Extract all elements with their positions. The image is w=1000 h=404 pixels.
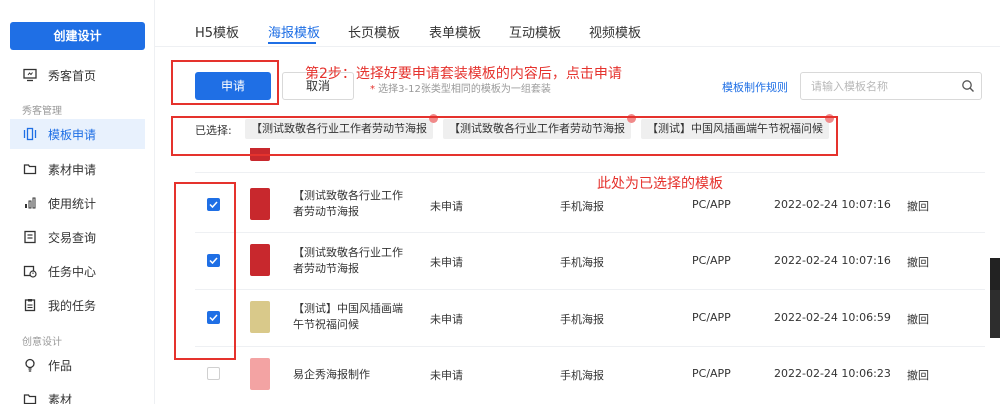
annotation-selected-highlight bbox=[171, 116, 838, 156]
sidebar-item-materials[interactable]: 素材 bbox=[10, 384, 145, 404]
sidebar-item-label: 作品 bbox=[48, 358, 73, 373]
revoke-link[interactable]: 撤回 bbox=[907, 367, 929, 383]
row-divider bbox=[195, 172, 985, 173]
revoke-link[interactable]: 撤回 bbox=[907, 311, 929, 327]
template-thumbnail bbox=[250, 244, 270, 276]
sidebar-item-label: 任务中心 bbox=[48, 264, 97, 279]
search-input[interactable] bbox=[801, 73, 951, 99]
platform: PC/APP bbox=[692, 198, 731, 211]
folder-icon bbox=[22, 391, 38, 404]
sidebar-item-template-apply[interactable]: 模板申请 bbox=[10, 119, 145, 149]
template-thumbnail bbox=[250, 188, 270, 220]
active-tab-indicator bbox=[268, 42, 316, 44]
annotation-checkbox-highlight bbox=[174, 182, 236, 360]
template-thumbnail bbox=[250, 301, 270, 333]
sidebar-item-label: 模板申请 bbox=[48, 127, 97, 142]
sidebar-item-task-center[interactable]: 任务中心 bbox=[10, 256, 145, 286]
annotation-step2: 第2步：选择好要申请套装模板的内容后，点击申请 bbox=[305, 66, 622, 82]
platform: PC/APP bbox=[692, 254, 731, 267]
annotation-selected-note: 此处为已选择的模板 bbox=[597, 176, 723, 192]
timestamp: 2022-02-24 10:06:59 bbox=[774, 311, 891, 324]
template-type: 手机海报 bbox=[560, 313, 604, 326]
tab-poster[interactable]: 海报模板 bbox=[268, 22, 320, 41]
template-name: 【测试致敬各行业工作者劳动节海报 bbox=[293, 246, 403, 275]
calendar-clock-icon bbox=[22, 263, 38, 279]
template-name: 易企秀海报制作 bbox=[293, 368, 370, 381]
sidebar-item-label: 使用统计 bbox=[48, 196, 97, 211]
bar-chart-icon bbox=[22, 195, 38, 211]
template-type: 手机海报 bbox=[560, 200, 604, 213]
apply-status: 未申请 bbox=[430, 313, 463, 326]
template-name: 【测试致敬各行业工作者劳动节海报 bbox=[293, 189, 403, 218]
row-checkbox[interactable] bbox=[207, 367, 220, 380]
folder-icon bbox=[22, 161, 38, 177]
side-panel-edge bbox=[990, 290, 1000, 338]
sidebar-item-usage-stats[interactable]: 使用统计 bbox=[10, 188, 145, 218]
template-name: 【测试】中国风插画端午节祝福问候 bbox=[293, 302, 403, 331]
timestamp: 2022-02-24 10:06:23 bbox=[774, 367, 891, 380]
sidebar-item-label: 素材 bbox=[48, 392, 73, 404]
apply-status: 未申请 bbox=[430, 369, 463, 382]
tabs-divider bbox=[155, 46, 1000, 47]
apply-status: 未申请 bbox=[430, 256, 463, 269]
nav-group-label: 秀客管理 bbox=[22, 106, 62, 117]
sidebar: 创建设计 秀客首页 秀客管理 模板申请 素材申请 使用统计 交易查询 任务中心 … bbox=[0, 0, 155, 404]
lightbulb-icon bbox=[22, 357, 38, 373]
tab-long-page[interactable]: 长页模板 bbox=[348, 22, 400, 41]
sidebar-item-my-tasks[interactable]: 我的任务 bbox=[10, 290, 145, 320]
sidebar-item-label: 我的任务 bbox=[48, 298, 97, 313]
timestamp: 2022-02-24 10:07:16 bbox=[774, 254, 891, 267]
search-icon[interactable] bbox=[961, 79, 975, 93]
platform: PC/APP bbox=[692, 367, 731, 380]
template-rules-link[interactable]: 模板制作规则 bbox=[722, 79, 788, 95]
sidebar-item-label: 秀客首页 bbox=[48, 68, 97, 83]
template-icon bbox=[22, 126, 38, 142]
apply-status: 未申请 bbox=[430, 200, 463, 213]
create-design-button[interactable]: 创建设计 bbox=[10, 22, 145, 50]
template-type: 手机海报 bbox=[560, 256, 604, 269]
revoke-link[interactable]: 撤回 bbox=[907, 198, 929, 214]
template-thumbnail bbox=[250, 358, 270, 390]
clipboard-icon bbox=[22, 297, 38, 313]
document-icon bbox=[22, 229, 38, 245]
sidebar-item-material-apply[interactable]: 素材申请 bbox=[10, 154, 145, 184]
nav-group-label: 创意设计 bbox=[22, 337, 62, 348]
annotation-apply-highlight bbox=[171, 60, 279, 105]
sidebar-item-home[interactable]: 秀客首页 bbox=[10, 60, 145, 90]
sidebar-item-transactions[interactable]: 交易查询 bbox=[10, 222, 145, 252]
tab-interactive[interactable]: 互动模板 bbox=[509, 22, 561, 41]
tab-h5[interactable]: H5模板 bbox=[195, 22, 239, 41]
sidebar-item-label: 交易查询 bbox=[48, 230, 97, 245]
revoke-link[interactable]: 撤回 bbox=[907, 254, 929, 270]
timestamp: 2022-02-24 10:07:16 bbox=[774, 198, 891, 211]
app-root: 创建设计 秀客首页 秀客管理 模板申请 素材申请 使用统计 交易查询 任务中心 … bbox=[0, 0, 1000, 404]
tab-form[interactable]: 表单模板 bbox=[429, 22, 481, 41]
template-type: 手机海报 bbox=[560, 369, 604, 382]
monitor-icon bbox=[22, 67, 38, 83]
template-search bbox=[800, 72, 982, 100]
tab-video[interactable]: 视频模板 bbox=[589, 22, 641, 41]
sidebar-item-works[interactable]: 作品 bbox=[10, 350, 145, 380]
platform: PC/APP bbox=[692, 311, 731, 324]
sidebar-item-label: 素材申请 bbox=[48, 162, 97, 177]
